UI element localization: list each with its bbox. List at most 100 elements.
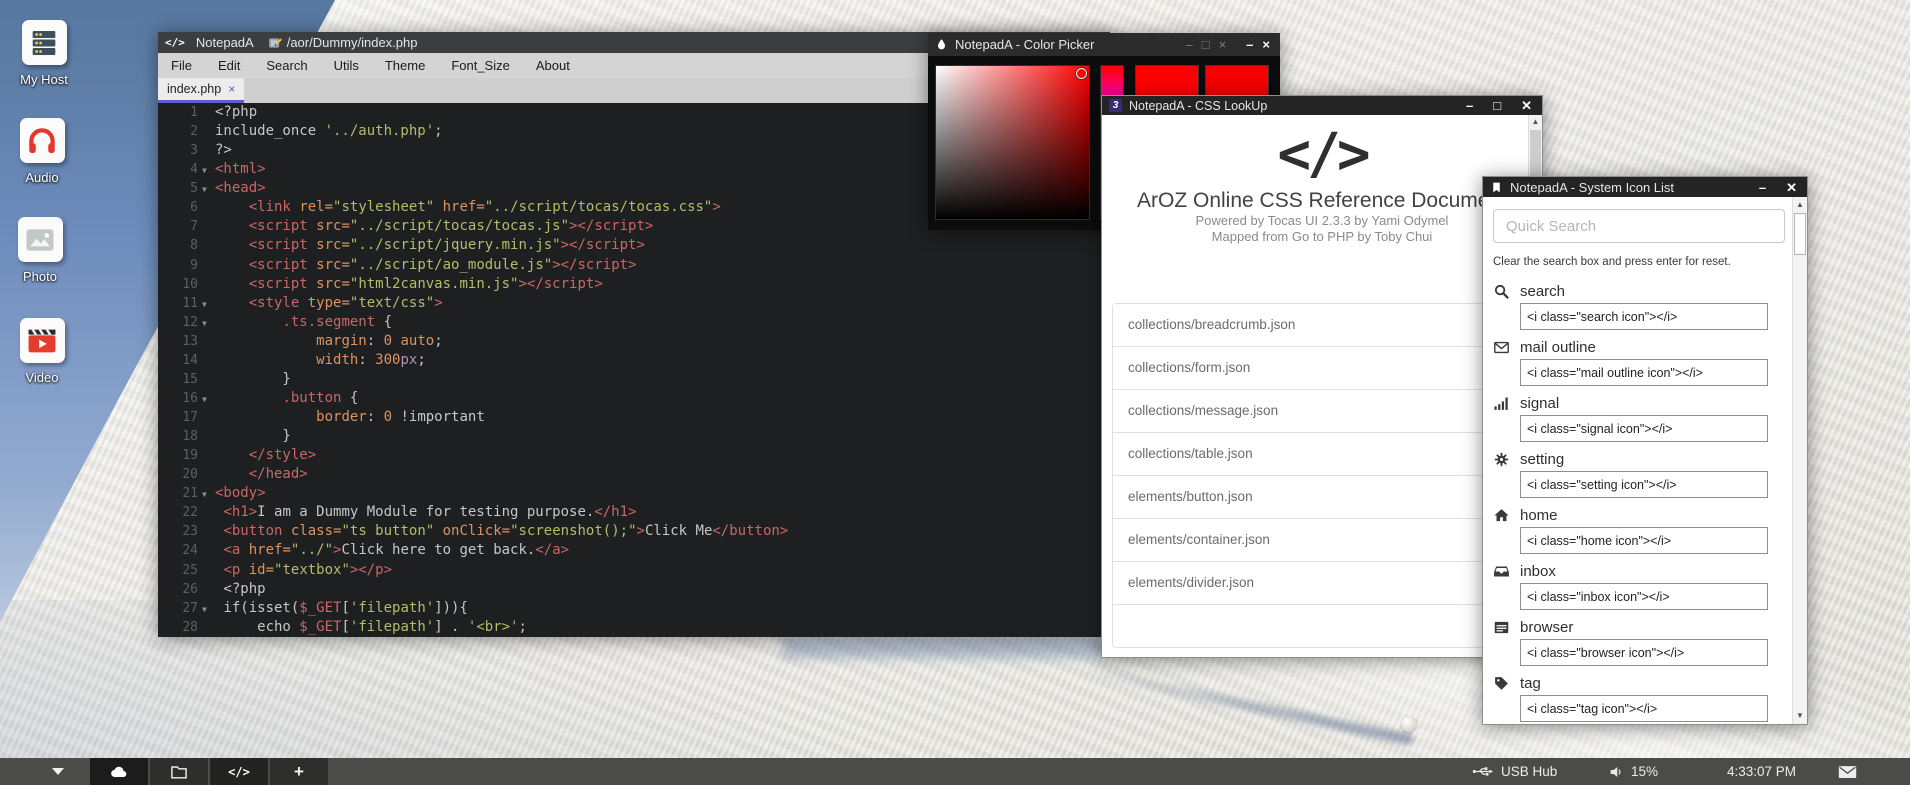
desktop-icon-label: Photo xyxy=(0,269,86,284)
line-number: 6 xyxy=(158,198,198,217)
close-button[interactable]: ✕ xyxy=(1521,99,1532,112)
search-icon xyxy=(1493,283,1510,300)
minimize-button[interactable]: – xyxy=(1759,181,1766,194)
gradient-cursor[interactable] xyxy=(1076,68,1087,79)
fold-arrow-icon[interactable]: ▼ xyxy=(202,180,207,199)
icon-entry-tag: tag xyxy=(1493,673,1785,722)
editor-window-title: NotepadA xyxy=(196,35,254,50)
menu-utils[interactable]: Utils xyxy=(321,53,372,78)
video-icon xyxy=(20,318,65,363)
code-line: 17 border: 0 !important xyxy=(158,408,1110,427)
css-doc-item[interactable]: collections/form.json xyxy=(1113,346,1531,389)
saturation-value-gradient[interactable] xyxy=(935,65,1090,220)
tab-index-php[interactable]: index.php × xyxy=(158,78,244,103)
icon-code-input[interactable] xyxy=(1520,359,1768,386)
code-icon: </> xyxy=(228,765,250,779)
icon-code-input[interactable] xyxy=(1520,583,1768,610)
color-picker-controls: –□× –× xyxy=(1176,38,1280,51)
scrollbar-thumb[interactable] xyxy=(1794,213,1806,255)
tray-clock[interactable]: 4:33:07 PM xyxy=(1727,758,1796,785)
icon-entry-signal: signal xyxy=(1493,393,1785,442)
icon-name: home xyxy=(1520,507,1558,524)
mail-outline-icon xyxy=(1493,339,1510,356)
line-number: 9 xyxy=(158,256,198,275)
desktop-icon-label: Audio xyxy=(0,170,88,185)
dim-maximize-button[interactable]: □ xyxy=(1202,37,1210,52)
code-line: 8 <script src="../script/jquery.min.js">… xyxy=(158,236,1110,255)
css-doc-item[interactable]: elements/button.json xyxy=(1113,475,1531,518)
icon-code-input[interactable] xyxy=(1520,639,1768,666)
css-doc-item[interactable]: elements/container.json xyxy=(1113,518,1531,561)
taskbar-app-cloud[interactable] xyxy=(90,758,148,785)
css-doc-list: collections/breadcrumb.jsoncollections/f… xyxy=(1112,303,1532,648)
icon-list-titlebar[interactable]: NotepadA - System Icon List –✕ xyxy=(1483,177,1807,197)
dim-minimize-button[interactable]: – xyxy=(1185,37,1192,52)
cloud-icon xyxy=(109,762,129,782)
fold-arrow-icon[interactable]: ▼ xyxy=(202,161,207,180)
desktop-icon-audio[interactable]: Audio xyxy=(0,118,88,185)
icon-name: setting xyxy=(1520,451,1564,468)
menu-edit[interactable]: Edit xyxy=(205,53,253,78)
icon-entry-header: inbox xyxy=(1493,561,1785,581)
taskbar-app-file-explorer[interactable] xyxy=(150,758,208,785)
color-picker-titlebar[interactable]: NotepadA - Color Picker –□× –× xyxy=(928,33,1280,56)
css-doc-item[interactable]: elements/divider.json xyxy=(1113,561,1531,604)
chevron-down-icon xyxy=(52,768,64,775)
css-doc-item[interactable]: collections/breadcrumb.json xyxy=(1113,304,1531,346)
taskbar-collapse-button[interactable] xyxy=(44,758,72,785)
icon-code-input[interactable] xyxy=(1520,527,1768,554)
line-number: 5 xyxy=(158,179,198,198)
line-number: 22 xyxy=(158,503,198,522)
css-lookup-subtitle1: Powered by Tocas UI 2.3.3 by Yami Odymel xyxy=(1102,213,1542,229)
tray-messages[interactable] xyxy=(1838,758,1857,785)
tab-close-icon[interactable]: × xyxy=(228,82,235,96)
css-lookup-titlebar[interactable]: 3 NotepadA - CSS LookUp –□✕ xyxy=(1102,96,1542,115)
line-number: 26 xyxy=(158,580,198,599)
scroll-down-icon[interactable]: ▼ xyxy=(1793,708,1807,723)
fold-arrow-icon[interactable]: ▼ xyxy=(202,485,207,504)
menu-search[interactable]: Search xyxy=(253,53,320,78)
icon-code-input[interactable] xyxy=(1520,303,1768,330)
close-button[interactable]: ✕ xyxy=(1786,181,1797,194)
close-button[interactable]: × xyxy=(1262,37,1270,52)
css-doc-item[interactable]: collections/table.json xyxy=(1113,432,1531,475)
fold-arrow-icon[interactable]: ▼ xyxy=(202,600,207,619)
dim-close-button[interactable]: × xyxy=(1219,37,1227,52)
current-color-swatch[interactable] xyxy=(1135,65,1199,97)
note-pencil-icon xyxy=(268,36,282,50)
taskbar-add-button[interactable]: + xyxy=(270,758,328,785)
menu-about[interactable]: About xyxy=(523,53,583,78)
icon-list-controls: –✕ xyxy=(1750,181,1807,194)
icon-entry-inbox: inbox xyxy=(1493,561,1785,610)
scroll-up-icon[interactable]: ▲ xyxy=(1529,115,1542,129)
speaker-icon xyxy=(1608,764,1624,780)
maximize-button[interactable]: □ xyxy=(1493,99,1501,112)
menu-file[interactable]: File xyxy=(158,53,205,78)
minimize-button[interactable]: – xyxy=(1246,37,1253,52)
fold-arrow-icon[interactable]: ▼ xyxy=(202,314,207,333)
css-doc-item[interactable]: collections/message.json xyxy=(1113,389,1531,432)
quick-search-input[interactable] xyxy=(1493,209,1785,243)
color-picker-bright-controls: –× xyxy=(1237,38,1270,51)
code-line: 9 <script src="../script/ao_module.js"><… xyxy=(158,256,1110,275)
tray-volume[interactable]: 15% xyxy=(1608,758,1658,785)
scroll-up-icon[interactable]: ▲ xyxy=(1793,197,1807,212)
menu-font-size[interactable]: Font_Size xyxy=(438,53,523,78)
tray-usb-hub[interactable]: USB Hub xyxy=(1472,758,1557,785)
desktop-icon-label: Video xyxy=(0,370,88,385)
code-line: 15 } xyxy=(158,370,1110,389)
fold-arrow-icon[interactable]: ▼ xyxy=(202,390,207,409)
icon-code-input[interactable] xyxy=(1520,695,1768,722)
icon-code-input[interactable] xyxy=(1520,471,1768,498)
menu-theme[interactable]: Theme xyxy=(372,53,438,78)
icon-name: tag xyxy=(1520,675,1541,692)
minimize-button[interactable]: – xyxy=(1466,99,1473,112)
taskbar-app-notepada[interactable]: </> xyxy=(210,758,268,785)
icon-list-scrollbar[interactable]: ▲ ▼ xyxy=(1792,197,1807,724)
saved-color-swatch[interactable] xyxy=(1205,65,1269,97)
desktop-icon-photo[interactable]: Photo xyxy=(0,217,86,284)
desktop-icon-my-host[interactable]: My Host xyxy=(0,20,90,87)
fold-arrow-icon[interactable]: ▼ xyxy=(202,295,207,314)
icon-code-input[interactable] xyxy=(1520,415,1768,442)
desktop-icon-video[interactable]: Video xyxy=(0,318,88,385)
